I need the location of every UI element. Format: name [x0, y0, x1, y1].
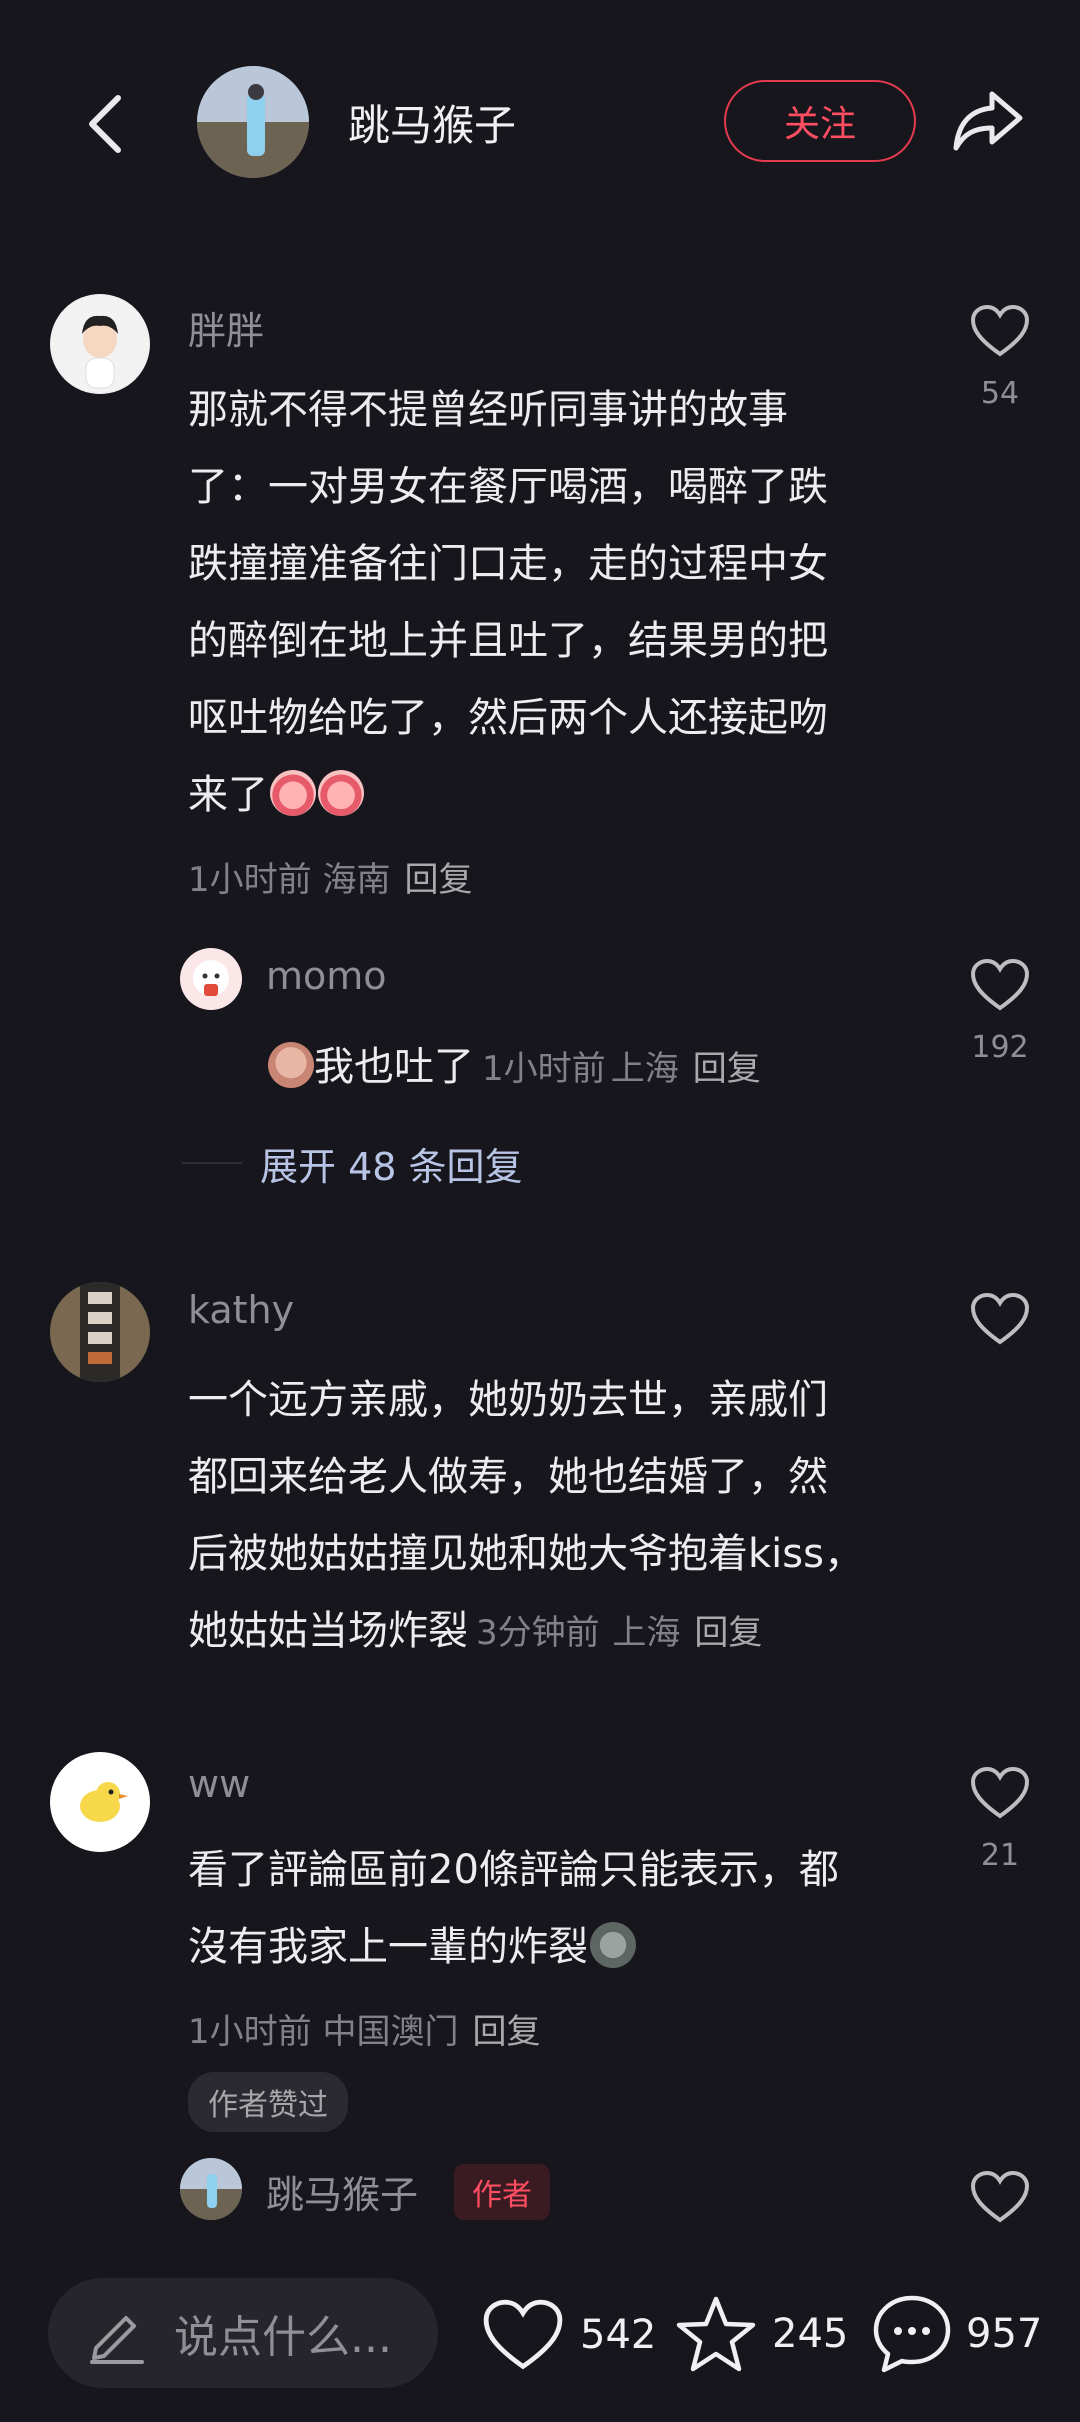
star-icon [676, 2296, 756, 2372]
avatar[interactable] [180, 948, 242, 1010]
sick-emoji-icon [268, 1042, 314, 1088]
like-button[interactable] [970, 2170, 1030, 2228]
comment-input[interactable]: 说点什么... [48, 2278, 438, 2388]
favorite-button[interactable]: 245 [674, 2294, 848, 2374]
heart-icon [970, 2170, 1030, 2223]
like-button[interactable] [970, 304, 1030, 362]
comment-text: 一个远方亲戚，她奶奶去世，亲戚们 都回来给老人做寿，她也结婚了，然 后被她姑姑撞… [188, 1377, 864, 1654]
share-button[interactable] [952, 88, 1024, 154]
reply-username[interactable]: 跳马猴子 [266, 2164, 418, 2219]
like-count: 542 [580, 2312, 657, 2358]
avatar[interactable] [50, 1282, 150, 1382]
comment-meta: 1小时前 中国澳门 回复 [188, 2012, 541, 2052]
expand-replies-button[interactable]: 展开 48 条回复 [260, 1136, 523, 1191]
heart-icon [970, 1766, 1030, 1819]
comment-username[interactable]: kathy [188, 1288, 294, 1332]
like-count: 192 [971, 1030, 1029, 1065]
heart-icon [970, 304, 1030, 357]
like-button[interactable] [970, 958, 1030, 1016]
heart-icon [970, 1292, 1030, 1345]
reply-button[interactable]: 回复 [472, 2012, 540, 2052]
share-icon [953, 91, 1023, 151]
comment-username[interactable]: 胖胖 [188, 300, 264, 355]
comment-meta: 1小时前 海南 回复 [188, 860, 473, 900]
comment-text: 看了評論區前20條評論只能表示，都 沒有我家上一輩的炸裂 [188, 1847, 839, 1970]
cat-emoji-icon [590, 1922, 636, 1968]
like-count: 54 [980, 376, 1020, 411]
pencil-icon [90, 2316, 144, 2364]
avatar[interactable] [180, 2158, 242, 2220]
follow-button[interactable]: 关注 [724, 80, 916, 162]
comment-username[interactable]: ww [188, 1762, 250, 1806]
reply-username[interactable]: momo [266, 954, 387, 998]
back-button[interactable] [84, 92, 128, 156]
like-post-button[interactable]: 542 [482, 2298, 656, 2372]
heart-icon [970, 958, 1030, 1011]
avatar[interactable] [50, 294, 150, 394]
chat-bubble-icon [873, 2295, 951, 2373]
author-name[interactable]: 跳马猴子 [348, 92, 516, 153]
author-tag: 作者 [454, 2164, 550, 2220]
avatar[interactable] [50, 1752, 150, 1852]
comment-text: 那就不得不提曾经听同事讲的故事 了：一对男女在餐厅喝酒，喝醉了跌 跌撞撞准备往门… [188, 387, 828, 818]
author-liked-badge: 作者赞过 [188, 2072, 348, 2132]
favorite-count: 245 [772, 2311, 849, 2357]
comments-button[interactable]: 957 [870, 2292, 1042, 2376]
author-avatar[interactable] [197, 66, 309, 178]
like-button[interactable] [970, 1766, 1030, 1824]
comment-input-placeholder: 说点什么... [174, 2312, 392, 2363]
like-count: 21 [980, 1838, 1020, 1873]
reply-button[interactable]: 回复 [694, 1613, 762, 1653]
crying-emoji-icon [270, 770, 316, 816]
heart-icon [483, 2299, 563, 2370]
comment-count: 957 [966, 2311, 1043, 2357]
expand-divider [182, 1162, 242, 1164]
chevron-left-icon [89, 95, 121, 153]
like-button[interactable] [970, 1292, 1030, 1350]
reply-button[interactable]: 回复 [693, 1049, 761, 1089]
reply-text: 我也吐了 1小时前 上海 回复 [266, 1034, 761, 1092]
crying-emoji-icon [318, 770, 364, 816]
reply-button[interactable]: 回复 [404, 860, 472, 900]
